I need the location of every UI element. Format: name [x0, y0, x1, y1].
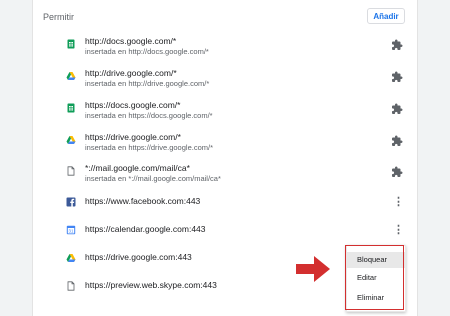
google-drive-icon	[66, 253, 76, 263]
more-vert-icon[interactable]: ⋮	[393, 196, 404, 208]
site-pattern: https://calendar.google.com:443	[85, 224, 206, 234]
site-row: https://docs.google.com/* insertada en ht…	[33, 100, 419, 132]
site-row: http://docs.google.com/* insertada en htt…	[33, 36, 419, 68]
menu-item-remove[interactable]: Eliminar	[347, 290, 405, 306]
site-pattern: http://docs.google.com/*	[85, 36, 177, 46]
add-button[interactable]: Añadir	[367, 8, 405, 24]
extension-icon	[391, 135, 403, 147]
arrow-right-icon	[296, 256, 330, 282]
svg-text:31: 31	[69, 229, 74, 234]
extension-icon	[391, 71, 403, 83]
site-pattern: http://drive.google.com/*	[85, 68, 177, 78]
site-embedded-in: insertada en https://docs.google.com/*	[85, 111, 213, 120]
menu-item-block[interactable]: Bloquear	[347, 252, 405, 268]
extension-icon	[391, 166, 403, 178]
document-icon	[66, 166, 76, 176]
site-embedded-in: insertada en https://drive.google.com/*	[85, 143, 213, 152]
site-row: http://drive.google.com/* insertada en ht…	[33, 68, 419, 100]
google-drive-icon	[66, 135, 76, 145]
facebook-icon	[66, 197, 76, 207]
google-drive-icon	[66, 71, 76, 81]
menu-item-edit[interactable]: Editar	[347, 270, 405, 286]
site-pattern: https://docs.google.com/*	[85, 100, 181, 110]
site-embedded-in: insertada en http://drive.google.com/*	[85, 79, 210, 88]
site-embedded-in: insertada en http://docs.google.com/*	[85, 47, 209, 56]
more-vert-icon[interactable]: ⋮	[393, 224, 404, 236]
site-pattern: https://www.facebook.com:443	[85, 196, 201, 206]
extension-icon	[391, 103, 403, 115]
context-menu: Bloquear Editar Eliminar	[346, 245, 406, 312]
site-row: https://drive.google.com/* insertada en h…	[33, 132, 419, 164]
section-title: Permitir	[43, 12, 74, 22]
site-pattern: https://drive.google.com/*	[85, 132, 181, 142]
site-embedded-in: insertada en *://mail.google.com/mail/ca…	[85, 174, 221, 183]
site-row: *://mail.google.com/mail/ca* insertada en…	[33, 163, 419, 195]
site-pattern: *://mail.google.com/mail/ca*	[85, 163, 190, 173]
document-icon	[66, 281, 76, 291]
extension-icon	[391, 39, 403, 51]
site-pattern: https://preview.web.skype.com:443	[85, 280, 217, 290]
google-sheets-icon	[66, 39, 76, 49]
site-pattern: https://drive.google.com:443	[85, 252, 192, 262]
google-sheets-icon	[66, 103, 76, 113]
google-calendar-icon: 31	[66, 225, 76, 235]
